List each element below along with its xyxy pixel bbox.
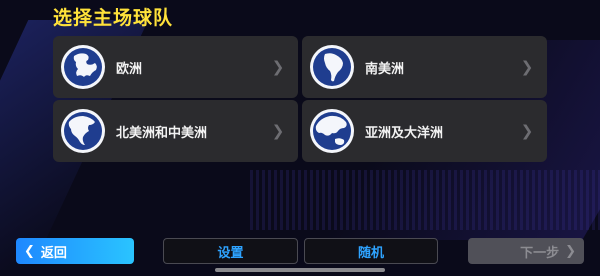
region-label: 南美洲 <box>365 61 405 77</box>
page-title: 选择主场球队 <box>53 7 174 29</box>
back-button[interactable]: ❮ 返回 <box>16 238 134 264</box>
globe-north-america-icon <box>61 109 105 153</box>
settings-label: 设置 <box>217 245 244 261</box>
random-button[interactable]: 随机 <box>304 238 438 264</box>
random-label: 随机 <box>357 245 384 261</box>
globe-europe-icon <box>61 45 105 89</box>
chevron-right-icon: ❯ <box>520 122 534 140</box>
region-card-europe[interactable]: 欧洲 ❯ <box>53 36 298 98</box>
globe-south-america-icon <box>310 45 354 89</box>
chevron-right-icon: ❯ <box>565 243 576 259</box>
home-indicator[interactable] <box>215 268 385 272</box>
region-card-asia-oceania[interactable]: 亚洲及大洋洲 ❯ <box>302 100 547 162</box>
chevron-right-icon: ❯ <box>520 58 534 76</box>
next-label: 下一步 <box>520 245 560 261</box>
region-label: 欧洲 <box>116 61 143 77</box>
region-card-north-central-america[interactable]: 北美洲和中美洲 ❯ <box>53 100 298 162</box>
next-button[interactable]: 下一步 ❯ <box>468 238 584 264</box>
settings-button[interactable]: 设置 <box>163 238 298 264</box>
globe-asia-oceania-icon <box>310 109 354 153</box>
region-label: 北美洲和中美洲 <box>116 125 208 141</box>
region-label: 亚洲及大洋洲 <box>365 125 444 141</box>
chevron-right-icon: ❯ <box>271 122 285 140</box>
background-decor <box>250 170 600 230</box>
chevron-left-icon: ❮ <box>24 243 35 259</box>
region-card-south-america[interactable]: 南美洲 ❯ <box>302 36 547 98</box>
back-label: 返回 <box>40 245 67 261</box>
chevron-right-icon: ❯ <box>271 58 285 76</box>
